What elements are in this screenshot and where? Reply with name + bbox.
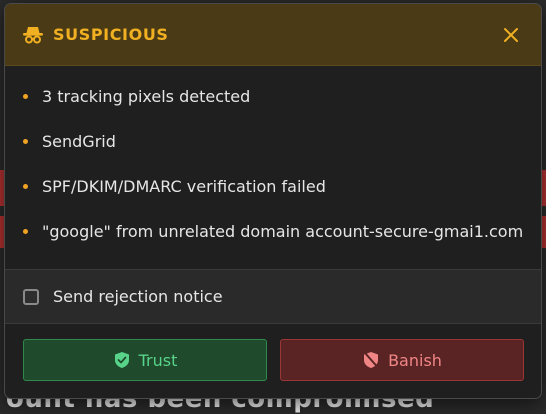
shield-slash-icon (362, 351, 380, 369)
dialog-header: SUSPICIOUS (5, 4, 541, 66)
reason-text: SPF/DKIM/DMARC verification failed (42, 177, 326, 196)
shield-check-icon (113, 351, 131, 369)
dialog-title: SUSPICIOUS (53, 25, 169, 44)
trust-button-label: Trust (138, 350, 178, 370)
trust-button[interactable]: Trust (23, 339, 267, 381)
bullet-icon (23, 229, 28, 234)
suspicious-dialog: SUSPICIOUS 3 tracking pixels detected Se… (4, 3, 542, 399)
close-button[interactable] (497, 21, 525, 49)
rejection-notice-option[interactable]: Send rejection notice (5, 269, 541, 324)
reason-item: SPF/DKIM/DMARC verification failed (23, 164, 523, 209)
dialog-footer: Trust Banish (5, 324, 541, 381)
send-rejection-notice-label[interactable]: Send rejection notice (53, 287, 223, 306)
send-rejection-notice-checkbox[interactable] (23, 288, 39, 305)
reason-item: SendGrid (23, 119, 523, 164)
close-icon (504, 27, 518, 42)
reasons-section: 3 tracking pixels detected SendGrid SPF/… (5, 66, 541, 269)
bullet-icon (23, 184, 28, 189)
reason-text: "google" from unrelated domain account-s… (42, 222, 524, 241)
reason-item: "google" from unrelated domain account-s… (23, 209, 523, 254)
bullet-icon (23, 94, 28, 99)
reason-text: SendGrid (42, 132, 116, 151)
bullet-icon (23, 139, 28, 144)
banish-button[interactable]: Banish (280, 339, 524, 381)
spy-icon (21, 23, 45, 47)
reason-text: 3 tracking pixels detected (42, 87, 251, 106)
reason-item: 3 tracking pixels detected (23, 74, 523, 119)
reasons-list: 3 tracking pixels detected SendGrid SPF/… (23, 74, 523, 254)
banish-button-label: Banish (388, 350, 442, 370)
